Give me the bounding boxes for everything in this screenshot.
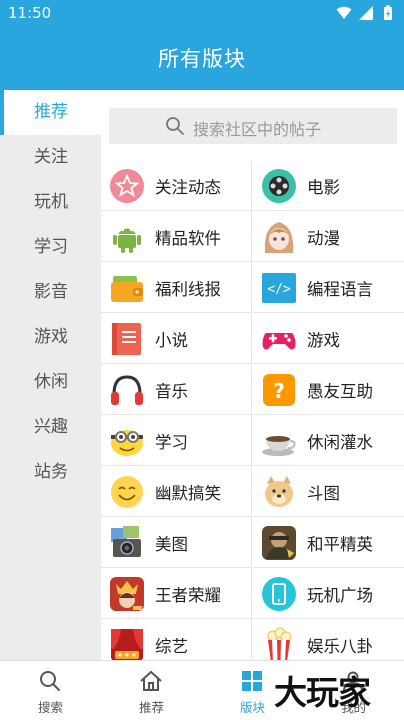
board-item[interactable]: ? 愚友互助 bbox=[253, 364, 404, 415]
wifi-icon bbox=[336, 6, 352, 19]
board-item[interactable]: 玩机广场 bbox=[253, 568, 404, 619]
page-title: 所有版块 bbox=[158, 47, 246, 71]
headphones-icon bbox=[111, 375, 143, 405]
board-label: 综艺 bbox=[155, 637, 188, 656]
camera-icon bbox=[111, 526, 141, 557]
sidebar-item-interests[interactable]: 兴趣 bbox=[0, 405, 101, 450]
smile-icon bbox=[111, 476, 143, 508]
board-label: 娱乐八卦 bbox=[307, 637, 373, 656]
minion-icon bbox=[111, 430, 143, 456]
coffee-cup-icon bbox=[262, 436, 296, 456]
board-item[interactable]: 关注动态 bbox=[101, 160, 252, 211]
board-item[interactable]: 王者荣耀 bbox=[101, 568, 252, 619]
board-item[interactable]: 斗图 bbox=[253, 466, 404, 517]
tab-recommend[interactable]: 推荐 bbox=[101, 661, 202, 720]
grid-icon bbox=[242, 671, 262, 691]
sidebar-item-phone-play[interactable]: 玩机 bbox=[0, 180, 101, 225]
board-item[interactable]: 休闲灌水 bbox=[253, 415, 404, 466]
board-item[interactable]: 娱乐八卦 bbox=[253, 619, 404, 660]
board-label: 和平精英 bbox=[307, 535, 373, 554]
board-item[interactable]: 福利线报 bbox=[101, 262, 252, 313]
board-label: 学习 bbox=[155, 433, 188, 452]
board-item[interactable]: 精品软件 bbox=[101, 211, 252, 262]
board-label: 关注动态 bbox=[155, 178, 221, 197]
gamepad-icon bbox=[262, 332, 296, 350]
sidebar-item-games[interactable]: 游戏 bbox=[0, 315, 101, 360]
popcorn-icon bbox=[267, 627, 292, 660]
sidebar-item-leisure[interactable]: 休闲 bbox=[0, 360, 101, 405]
board-item[interactable]: 和平精英 bbox=[253, 517, 404, 568]
status-bar: 11:50 bbox=[0, 0, 404, 28]
board-label: 小说 bbox=[155, 331, 188, 350]
search-icon bbox=[40, 671, 60, 691]
status-icons bbox=[336, 5, 396, 21]
search-icon bbox=[166, 117, 184, 135]
svg-text:</>: </> bbox=[267, 282, 291, 297]
board-item[interactable]: </> 编程语言 bbox=[253, 262, 404, 313]
svg-text:?: ? bbox=[273, 379, 285, 403]
peace-elite-icon bbox=[262, 526, 296, 560]
sidebar-item-media[interactable]: 影音 bbox=[0, 270, 101, 315]
board-label: 编程语言 bbox=[307, 280, 373, 299]
honor-of-kings-icon bbox=[110, 577, 144, 611]
board-label: 斗图 bbox=[307, 484, 340, 503]
wallet-icon bbox=[111, 276, 143, 302]
sidebar-item-study[interactable]: 学习 bbox=[0, 225, 101, 270]
board-label: 音乐 bbox=[155, 382, 188, 401]
watermark-logo: 大玩家 bbox=[274, 673, 371, 712]
board-label: 幽默搞笑 bbox=[155, 484, 221, 503]
board-label: 电影 bbox=[307, 178, 340, 197]
tab-label: 推荐 bbox=[138, 700, 164, 715]
board-item[interactable]: 小说 bbox=[101, 313, 252, 364]
code-icon: </> bbox=[262, 273, 296, 303]
signal-icon bbox=[359, 6, 373, 20]
board-item[interactable]: 电影 bbox=[253, 160, 404, 211]
doge-icon bbox=[265, 476, 293, 507]
board-label: 休闲灌水 bbox=[307, 433, 373, 452]
board-item[interactable]: 音乐 bbox=[101, 364, 252, 415]
board-label: 游戏 bbox=[307, 331, 340, 350]
board-label: 愚友互助 bbox=[307, 382, 373, 401]
status-time: 11:50 bbox=[8, 4, 52, 22]
board-label: 福利线报 bbox=[155, 280, 221, 299]
star-icon bbox=[110, 169, 144, 203]
board-list-panel: 搜索社区中的帖子 关注动态 电影 精品软件 动漫 福利线报 </> 编程语言 小… bbox=[101, 90, 404, 660]
phone-icon bbox=[262, 577, 296, 611]
android-icon bbox=[113, 228, 141, 253]
app-header: 所有版块 bbox=[0, 28, 404, 90]
board-item[interactable]: 美图 bbox=[101, 517, 252, 568]
board-item[interactable]: 幽默搞笑 bbox=[101, 466, 252, 517]
sidebar-item-recommend[interactable]: 推荐 bbox=[0, 90, 101, 135]
board-label: 美图 bbox=[155, 535, 188, 554]
board-label: 精品软件 bbox=[155, 229, 221, 248]
search-input[interactable]: 搜索社区中的帖子 bbox=[109, 108, 397, 144]
search-placeholder: 搜索社区中的帖子 bbox=[193, 120, 322, 139]
sidebar-item-site-affairs[interactable]: 站务 bbox=[0, 450, 101, 495]
category-sidebar: 推荐 关注 玩机 学习 影音 游戏 休闲 兴趣 站务 bbox=[0, 90, 101, 660]
question-icon: ? bbox=[263, 374, 295, 406]
film-reel-icon bbox=[262, 169, 296, 203]
anime-girl-icon bbox=[264, 222, 294, 253]
book-icon bbox=[112, 323, 141, 355]
board-label: 动漫 bbox=[307, 229, 340, 248]
tab-label: 搜索 bbox=[37, 700, 63, 715]
board-item[interactable]: 游戏 bbox=[253, 313, 404, 364]
sidebar-item-follow[interactable]: 关注 bbox=[0, 135, 101, 180]
board-label: 玩机广场 bbox=[307, 586, 373, 605]
board-item[interactable]: 学习 bbox=[101, 415, 252, 466]
stage-icon bbox=[111, 629, 143, 660]
board-item[interactable]: 动漫 bbox=[253, 211, 404, 262]
board-label: 王者荣耀 bbox=[155, 586, 221, 605]
board-item[interactable]: 综艺 bbox=[101, 619, 252, 660]
home-icon bbox=[140, 670, 162, 691]
tab-search[interactable]: 搜索 bbox=[0, 661, 101, 720]
battery-icon bbox=[384, 5, 392, 20]
